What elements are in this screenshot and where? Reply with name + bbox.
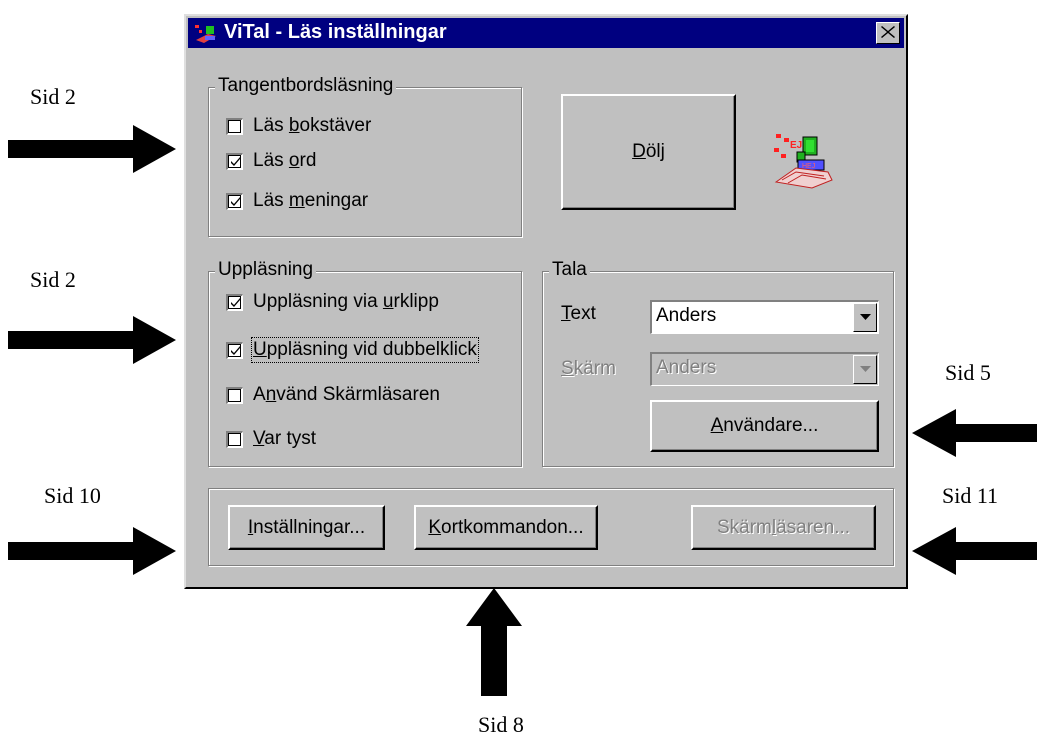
checkbox-label: Uppläsning vid dubbelklick: [251, 337, 479, 363]
screen-voice-value: Anders: [656, 357, 717, 378]
shortcuts-button[interactable]: Kortkommandon...: [414, 505, 598, 550]
vital-app-icon: EJ HEJ: [774, 134, 833, 189]
chevron-down-icon: [859, 314, 871, 320]
arrow-icon: [8, 316, 176, 364]
keyboard-reading-legend: Tangentbordsläsning: [215, 75, 397, 97]
checkbox-label: Uppläsning via urklipp: [253, 291, 439, 312]
annotation-sid8: Sid 8: [478, 712, 524, 737]
arrow-icon: [912, 409, 1037, 457]
checkbox-read-clipboard[interactable]: Uppläsning via urklipp: [226, 289, 439, 315]
hide-button[interactable]: Dölj: [561, 94, 736, 210]
checkbox-read-doubleclick[interactable]: Uppläsning vid dubbelklick: [226, 337, 479, 363]
checkmark-icon: [230, 157, 240, 166]
chevron-down-icon: [859, 366, 871, 372]
checkbox-read-words[interactable]: Läs ord: [226, 148, 316, 174]
title-bar[interactable]: ViTal - Läs inställningar: [188, 18, 904, 48]
annotation-sid2-mid: Sid 2: [30, 267, 76, 292]
annotation-sid10: Sid 10: [44, 483, 101, 508]
settings-dialog: ViTal - Läs inställningar Tangentbordslä…: [184, 14, 908, 589]
screen-voice-select[interactable]: Anders: [650, 352, 879, 386]
settings-button-label: Inställningar...: [247, 516, 366, 538]
text-voice-label: Text: [561, 303, 596, 324]
settings-button[interactable]: Inställningar...: [228, 505, 385, 550]
close-icon: [881, 26, 895, 38]
checkbox-label: Läs ord: [253, 150, 317, 171]
checkbox-box[interactable]: [226, 152, 243, 170]
checkbox-box[interactable]: [226, 192, 243, 210]
users-button-label: Användare...: [710, 415, 819, 436]
checkbox-label: Använd Skärmläsaren: [253, 384, 440, 405]
checkbox-box[interactable]: [226, 293, 243, 311]
close-button[interactable]: [876, 22, 900, 44]
arrow-icon: [466, 588, 522, 696]
annotation-sid2-top: Sid 2: [30, 84, 76, 109]
checkbox-be-silent[interactable]: Var tyst: [226, 426, 316, 452]
checkbox-label: Läs bokstäver: [253, 115, 372, 136]
checkbox-label: Läs meningar: [253, 190, 369, 211]
checkmark-icon: [230, 298, 240, 307]
checkmark-icon: [230, 346, 240, 355]
text-voice-select[interactable]: Anders: [650, 300, 879, 334]
vital-app-icon: [195, 25, 216, 43]
shortcuts-button-label: Kortkommandon...: [428, 516, 584, 538]
screen-voice-label: Skärm: [561, 358, 616, 379]
arrow-icon: [8, 527, 176, 575]
checkbox-read-sentences[interactable]: Läs meningar: [226, 188, 368, 214]
checkbox-box[interactable]: [226, 430, 243, 448]
checkbox-use-screenreader[interactable]: Använd Skärmläsaren: [226, 382, 440, 408]
speak-legend: Tala: [549, 259, 590, 281]
annotation-sid11: Sid 11: [942, 483, 999, 508]
checkbox-box[interactable]: [226, 117, 243, 135]
checkbox-label: Var tyst: [253, 428, 316, 449]
dropdown-button[interactable]: [853, 303, 877, 332]
checkbox-box[interactable]: [226, 341, 243, 359]
screenreader-button-label: Skärmläsaren...: [716, 516, 851, 538]
window-title: ViTal - Läs inställningar: [224, 21, 447, 43]
checkbox-box[interactable]: [226, 386, 243, 404]
reading-legend: Uppläsning: [215, 259, 317, 281]
dropdown-button[interactable]: [853, 355, 877, 384]
screenreader-button[interactable]: Skärmläsaren...: [691, 505, 876, 550]
checkmark-icon: [230, 197, 240, 206]
text-voice-value: Anders: [656, 305, 717, 326]
hide-button-label: Dölj: [632, 141, 665, 162]
annotation-sid5: Sid 5: [945, 360, 991, 385]
svg-text:EJ: EJ: [790, 140, 802, 151]
checkbox-read-letters[interactable]: Läs bokstäver: [226, 113, 371, 139]
users-button[interactable]: Användare...: [650, 400, 879, 452]
arrow-icon: [8, 125, 176, 173]
arrow-icon: [912, 527, 1037, 575]
